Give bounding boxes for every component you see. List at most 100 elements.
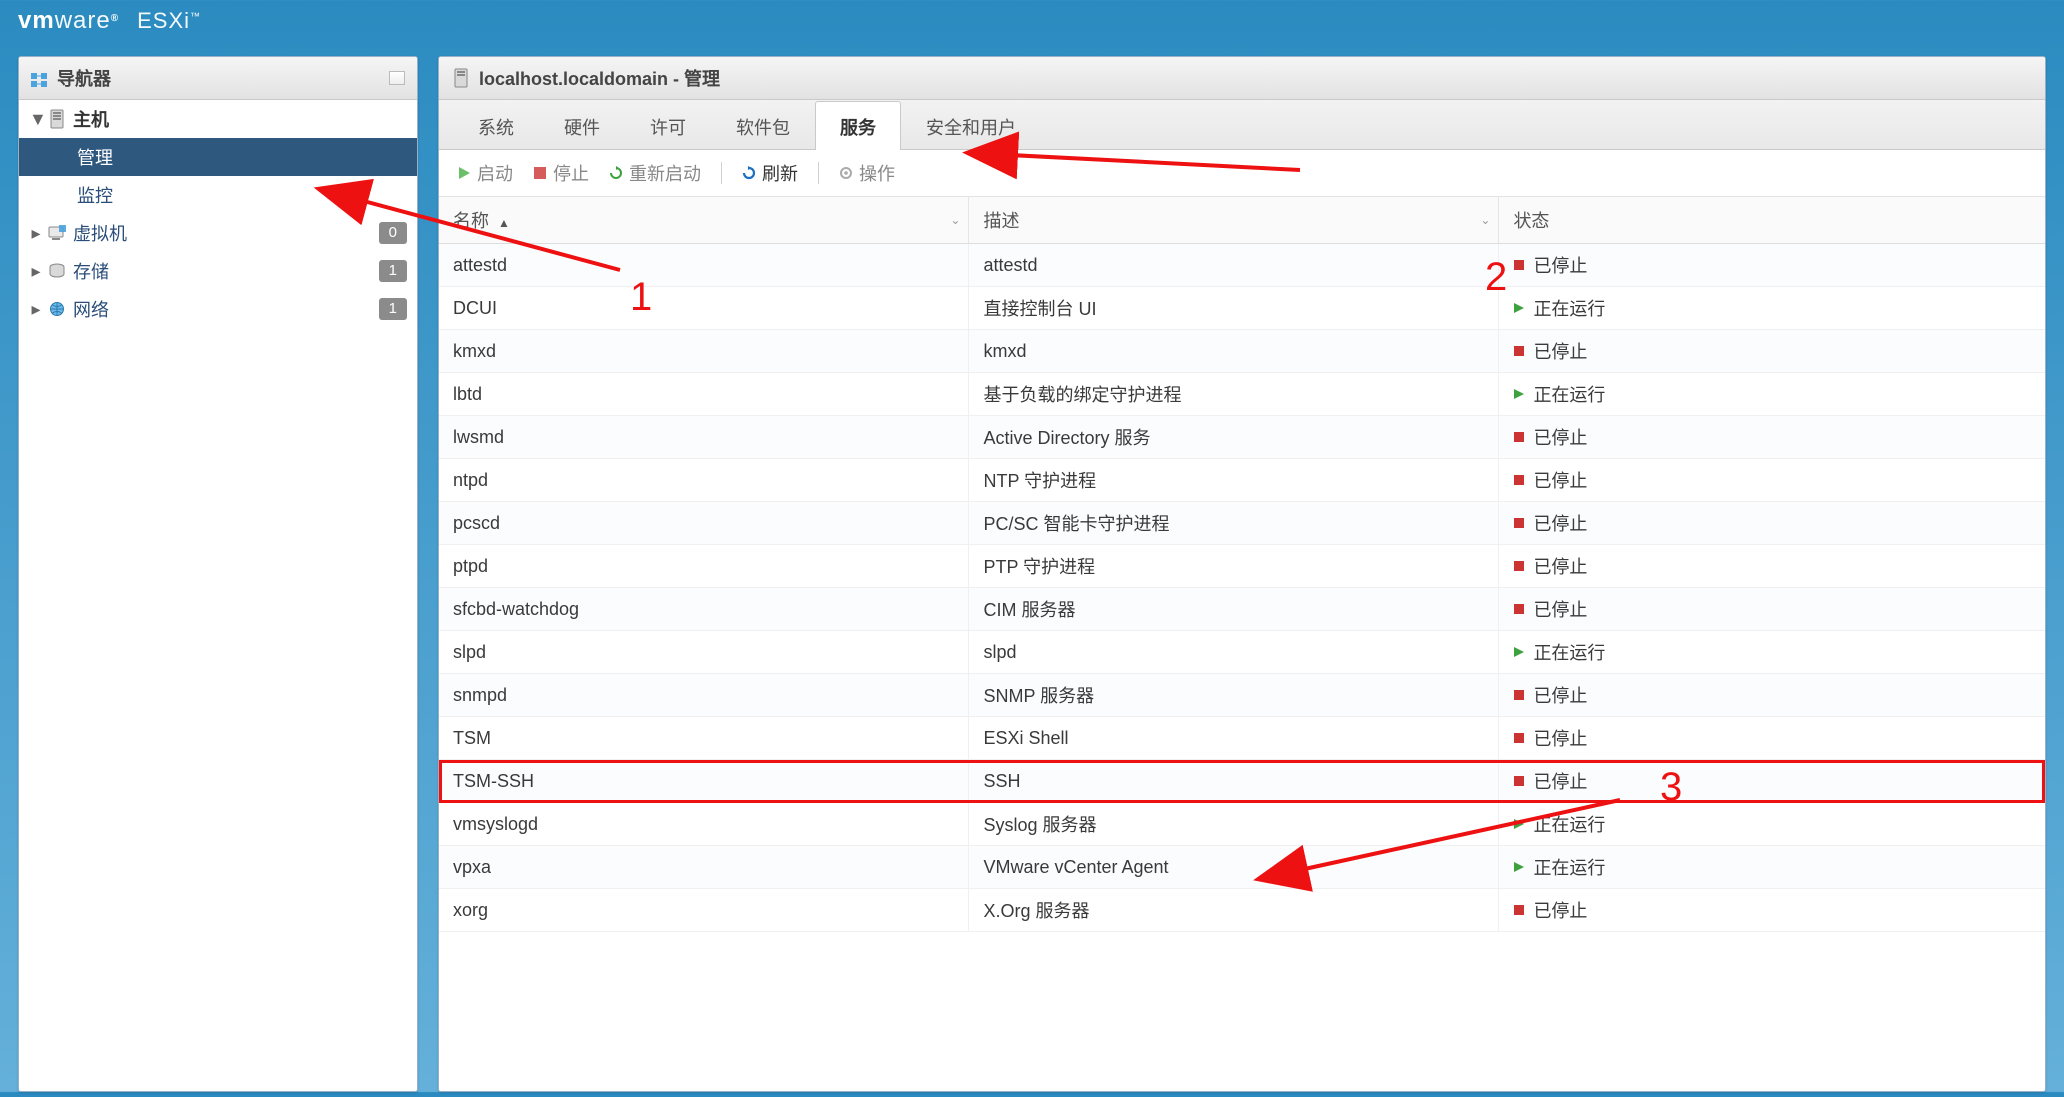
stopped-icon	[1513, 904, 1525, 916]
tab-2[interactable]: 许可	[625, 101, 711, 150]
service-row[interactable]: slpdslpd正在运行	[439, 631, 2045, 674]
caret-right-icon: ▸	[29, 223, 43, 244]
nav-group-count: 1	[379, 260, 407, 282]
tab-3[interactable]: 软件包	[711, 101, 815, 150]
service-row[interactable]: lwsmdActive Directory 服务已停止	[439, 416, 2045, 459]
service-row[interactable]: DCUI直接控制台 UI正在运行	[439, 287, 2045, 330]
start-button[interactable]: 启动	[457, 160, 513, 186]
service-desc: SSH	[969, 760, 1499, 803]
service-row[interactable]: snmpdSNMP 服务器已停止	[439, 674, 2045, 717]
service-name: lbtd	[439, 373, 969, 416]
restart-button[interactable]: 重新启动	[609, 160, 701, 186]
col-name-header[interactable]: 名称 ▲ ⌄	[439, 197, 969, 244]
col-desc-label: 描述	[983, 211, 1019, 231]
col-desc-header[interactable]: 描述 ⌄	[969, 197, 1499, 244]
service-desc: PC/SC 智能卡守护进程	[969, 502, 1499, 545]
service-desc: CIM 服务器	[969, 588, 1499, 631]
nav-host[interactable]: ▼ 主机	[19, 100, 417, 138]
service-state: 已停止	[1499, 717, 2045, 760]
service-state: 已停止	[1499, 459, 2045, 502]
service-row[interactable]: pcscdPC/SC 智能卡守护进程已停止	[439, 502, 2045, 545]
service-state: 正在运行	[1499, 287, 2045, 330]
service-state: 正在运行	[1499, 373, 2045, 416]
tab-bar: 系统硬件许可软件包服务安全和用户	[439, 100, 2045, 150]
content-titlebar: localhost.localdomain - 管理	[439, 57, 2045, 100]
service-state: 正在运行	[1499, 846, 2045, 889]
service-name: kmxd	[439, 330, 969, 373]
service-row[interactable]: xorgX.Org 服务器已停止	[439, 889, 2045, 932]
running-icon	[1513, 388, 1525, 400]
service-state: 已停止	[1499, 674, 2045, 717]
service-row[interactable]: TSMESXi Shell已停止	[439, 717, 2045, 760]
col-state-header[interactable]: 状态	[1499, 197, 2045, 244]
service-name: attestd	[439, 244, 969, 287]
toolbar-separator	[818, 162, 819, 184]
services-table-wrap: 名称 ▲ ⌄ 描述 ⌄ 状态 attestdattestd已停止DCUI直	[439, 197, 2045, 1091]
service-state: 正在运行	[1499, 803, 2045, 846]
stopped-icon	[1513, 775, 1525, 787]
refresh-label: 刷新	[762, 160, 798, 186]
nav-host-label: 主机	[73, 106, 109, 132]
service-desc: kmxd	[969, 330, 1499, 373]
nav-group-storage[interactable]: ▸存储1	[19, 252, 417, 290]
service-name: ptpd	[439, 545, 969, 588]
navigator-icon	[31, 71, 49, 85]
service-name: TSM	[439, 717, 969, 760]
service-row[interactable]: TSM-SSHSSH已停止	[439, 760, 2045, 803]
chevron-down-icon[interactable]: ⌄	[950, 213, 960, 227]
stop-label: 停止	[553, 160, 589, 186]
stop-button[interactable]: 停止	[533, 160, 589, 186]
host-icon	[453, 68, 469, 88]
service-desc: X.Org 服务器	[969, 889, 1499, 932]
service-state: 已停止	[1499, 502, 2045, 545]
navigator-panel: 导航器 ▼ 主机 管理监控 ▸虚拟机0▸存储1▸网络1	[18, 56, 418, 1092]
service-row[interactable]: vmsyslogdSyslog 服务器正在运行	[439, 803, 2045, 846]
service-desc: NTP 守护进程	[969, 459, 1499, 502]
actions-label: 操作	[859, 160, 895, 186]
tab-4[interactable]: 服务	[815, 101, 901, 150]
col-name-label: 名称	[453, 211, 489, 231]
stopped-icon	[1513, 603, 1525, 615]
service-row[interactable]: sfcbd-watchdogCIM 服务器已停止	[439, 588, 2045, 631]
nav-group-network[interactable]: ▸网络1	[19, 290, 417, 328]
refresh-button[interactable]: 刷新	[742, 160, 798, 186]
service-row[interactable]: attestdattestd已停止	[439, 244, 2045, 287]
brand-bar: vmware® ESXi™	[0, 0, 2064, 42]
nav-group-label: 虚拟机	[73, 220, 127, 246]
nav-host-sub-1[interactable]: 监控	[19, 176, 417, 214]
brand-tm: ™	[190, 12, 201, 23]
service-state: 已停止	[1499, 760, 2045, 803]
service-row[interactable]: kmxdkmxd已停止	[439, 330, 2045, 373]
service-row[interactable]: ptpdPTP 守护进程已停止	[439, 545, 2045, 588]
navigator-header: 导航器	[19, 57, 417, 100]
start-label: 启动	[477, 160, 513, 186]
actions-button[interactable]: 操作	[839, 160, 895, 186]
stopped-icon	[1513, 474, 1525, 486]
service-row[interactable]: lbtd基于负载的绑定守护进程正在运行	[439, 373, 2045, 416]
sort-asc-icon: ▲	[498, 216, 510, 230]
nav-host-sub-0[interactable]: 管理	[19, 138, 417, 176]
service-state: 已停止	[1499, 545, 2045, 588]
navigator-collapse-button[interactable]	[389, 71, 405, 85]
tab-5[interactable]: 安全和用户	[901, 101, 1041, 150]
restart-label: 重新启动	[629, 160, 701, 186]
service-desc: VMware vCenter Agent	[969, 846, 1499, 889]
brand-logo: vmware® ESXi™	[18, 7, 201, 35]
service-desc: Syslog 服务器	[969, 803, 1499, 846]
restart-icon	[609, 166, 623, 180]
service-row[interactable]: vpxaVMware vCenter Agent正在运行	[439, 846, 2045, 889]
running-icon	[1513, 646, 1525, 658]
running-icon	[1513, 818, 1525, 830]
tab-0[interactable]: 系统	[453, 101, 539, 150]
service-row[interactable]: ntpdNTP 守护进程已停止	[439, 459, 2045, 502]
navigator-title: 导航器	[57, 65, 111, 91]
toolbar: 启动 停止 重新启动 刷新 操作	[439, 150, 2045, 197]
service-name: slpd	[439, 631, 969, 674]
nav-group-vm[interactable]: ▸虚拟机0	[19, 214, 417, 252]
service-name: pcscd	[439, 502, 969, 545]
service-name: ntpd	[439, 459, 969, 502]
service-state: 正在运行	[1499, 631, 2045, 674]
chevron-down-icon[interactable]: ⌄	[1480, 213, 1490, 227]
service-desc: attestd	[969, 244, 1499, 287]
tab-1[interactable]: 硬件	[539, 101, 625, 150]
